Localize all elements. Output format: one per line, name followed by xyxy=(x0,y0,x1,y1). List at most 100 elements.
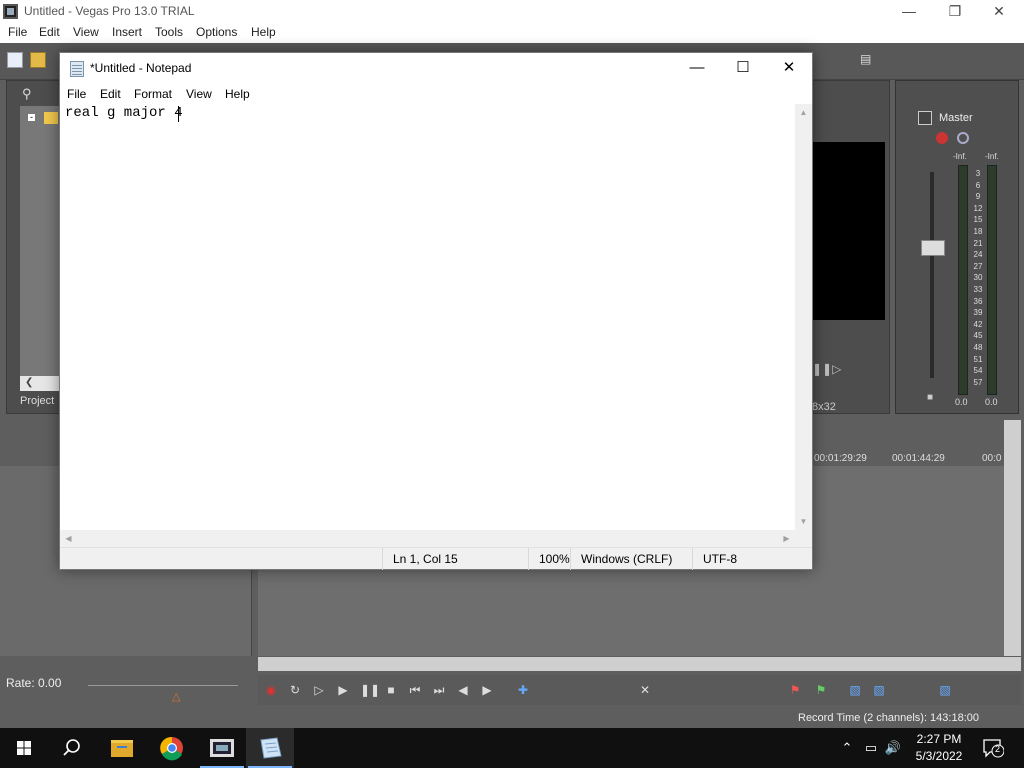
timeline-ruler[interactable]: 00:01:29:29 00:01:44:29 00:0 xyxy=(812,448,1004,466)
network-icon[interactable]: ▭ xyxy=(862,740,880,756)
previous-frame-icon[interactable]: ◀ xyxy=(456,683,470,697)
lock-icon[interactable]: ■ xyxy=(927,392,933,403)
taskbar: ⌃ ▭ 🔊 2:27 PM 5/3/2022 2 xyxy=(0,728,1024,768)
show-hidden-icons-chevron-icon[interactable]: ⌃ xyxy=(838,740,856,756)
stop-icon[interactable]: ■ xyxy=(384,683,398,697)
delete-icon[interactable]: ✕ xyxy=(638,683,652,697)
go-to-start-icon[interactable]: ⏮ xyxy=(408,683,422,697)
vegas-menu-edit[interactable]: Edit xyxy=(39,25,60,39)
search-icon[interactable]: ⚲ xyxy=(22,86,38,102)
encoding: UTF-8 xyxy=(692,548,812,570)
scroll-up-icon[interactable]: ▲ xyxy=(795,104,812,121)
timeline-vscroll[interactable] xyxy=(1004,420,1021,656)
timecode-3: 00:0 xyxy=(982,453,1002,464)
tree-collapse-icon[interactable]: - xyxy=(27,113,36,122)
notification-count: 2 xyxy=(995,744,1001,754)
project-hscroll[interactable]: ❮ xyxy=(20,376,60,391)
start-button[interactable] xyxy=(0,728,48,768)
meter-zero-left: 0.0 xyxy=(955,397,968,407)
edit-tool-icon[interactable]: ✚ xyxy=(516,683,530,697)
snapping-icon[interactable]: ▧ xyxy=(872,683,886,697)
notepad-menu-format[interactable]: Format xyxy=(134,87,172,101)
notepad-menu-help[interactable]: Help xyxy=(225,87,250,101)
clock-time: 2:27 PM xyxy=(916,732,962,746)
line-ending: Windows (CRLF) xyxy=(570,548,692,570)
vegas-menu-help[interactable]: Help xyxy=(251,25,276,39)
open-project-icon[interactable] xyxy=(30,52,46,68)
meter-inf-left: -Inf. xyxy=(953,152,967,161)
notepad-status-bar: Ln 1, Col 15 100% Windows (CRLF) UTF-8 xyxy=(60,547,812,570)
fx-icon[interactable] xyxy=(936,132,948,144)
region-icon[interactable]: ⚑ xyxy=(814,683,828,697)
new-project-icon[interactable] xyxy=(7,52,23,68)
notepad-menu-view[interactable]: View xyxy=(186,87,212,101)
loop-icon[interactable]: ↻ xyxy=(288,683,302,697)
rate-warning-icon: △ xyxy=(172,691,181,703)
scrollbar-corner xyxy=(795,530,812,547)
master-fader-track xyxy=(930,172,934,378)
notepad-menu-file[interactable]: File xyxy=(67,87,86,101)
notepad-hscroll[interactable]: ◀ ▶ xyxy=(60,530,795,547)
rate-slider[interactable] xyxy=(88,685,238,686)
scroll-down-icon[interactable]: ▼ xyxy=(795,513,812,530)
project-tree xyxy=(20,106,60,376)
taskbar-search-button[interactable] xyxy=(48,728,96,768)
auto-ripple-icon[interactable]: ▧ xyxy=(848,683,862,697)
vegas-restore-button[interactable]: ❐ xyxy=(932,0,978,23)
preview-options-icon[interactable]: ▤ xyxy=(860,52,876,68)
play-from-start-icon[interactable]: ▷ xyxy=(312,683,326,697)
preview-pause-play-icon[interactable]: ❚❚▷ xyxy=(812,362,841,376)
scroll-left-icon[interactable]: ❮ xyxy=(25,377,33,388)
notification-icon xyxy=(983,739,1005,758)
vegas-menu-view[interactable]: View xyxy=(73,25,99,39)
notepad-icon xyxy=(70,61,84,77)
preview-resolution: 8x32 xyxy=(812,401,836,413)
meter-right xyxy=(987,165,997,395)
video-preview-screen xyxy=(812,142,885,320)
rate-label: Rate: 0.00 xyxy=(6,676,62,690)
vegas-title: Untitled - Vegas Pro 13.0 TRIAL xyxy=(24,4,195,18)
vegas-menu-file[interactable]: File xyxy=(8,25,27,39)
folder-icon xyxy=(44,112,58,124)
play-icon[interactable]: ▶ xyxy=(336,683,350,697)
marker-icon[interactable]: ⚑ xyxy=(788,683,802,697)
windows-logo-icon xyxy=(17,741,31,755)
project-media-tab[interactable]: Project xyxy=(20,395,54,407)
notepad-minimize-button[interactable]: — xyxy=(674,53,720,83)
timeline-hscroll[interactable] xyxy=(258,657,1021,671)
vegas-close-button[interactable]: ✕ xyxy=(976,0,1022,23)
vegas-menu-insert[interactable]: Insert xyxy=(112,25,142,39)
search-icon xyxy=(63,739,80,756)
taskbar-file-explorer[interactable] xyxy=(98,728,146,768)
vegas-logo-icon xyxy=(3,4,18,19)
notepad-close-button[interactable]: ✕ xyxy=(766,53,812,83)
taskbar-clock[interactable]: 2:27 PM 5/3/2022 xyxy=(906,731,972,765)
vegas-icon xyxy=(210,739,234,757)
notepad-text-area[interactable]: real g major 4 xyxy=(60,104,795,530)
record-icon[interactable]: ◉ xyxy=(264,683,278,697)
notepad-vscroll[interactable]: ▲ ▼ xyxy=(795,104,812,530)
meter-inf-right: -Inf. xyxy=(985,152,999,161)
scroll-right-icon[interactable]: ▶ xyxy=(778,530,795,547)
notepad-title-bar[interactable]: *Untitled - Notepad — ☐ ✕ xyxy=(60,53,812,83)
mute-icon[interactable] xyxy=(957,132,969,144)
master-fader-knob[interactable] xyxy=(921,240,945,256)
scroll-left-icon[interactable]: ◀ xyxy=(60,530,77,547)
lock-envelopes-icon[interactable]: ▧ xyxy=(938,683,952,697)
meter-zero-right: 0.0 xyxy=(985,397,998,407)
volume-icon[interactable]: 🔊 xyxy=(884,740,902,756)
vegas-menu-bar: File Edit View Insert Tools Options Help xyxy=(0,23,1024,43)
go-to-end-icon[interactable]: ⏭ xyxy=(432,683,446,697)
notepad-menu-edit[interactable]: Edit xyxy=(100,87,121,101)
vegas-minimize-button[interactable]: — xyxy=(886,0,932,23)
vegas-menu-options[interactable]: Options xyxy=(196,25,237,39)
pause-icon[interactable]: ❚❚ xyxy=(360,683,380,697)
vegas-menu-tools[interactable]: Tools xyxy=(155,25,183,39)
chrome-icon xyxy=(160,736,183,761)
next-frame-icon[interactable]: ▶ xyxy=(480,683,494,697)
taskbar-chrome[interactable] xyxy=(148,728,196,768)
taskbar-vegas[interactable] xyxy=(198,728,246,768)
notification-center-button[interactable]: 2 xyxy=(982,738,1005,758)
taskbar-notepad[interactable] xyxy=(246,728,294,768)
notepad-maximize-button[interactable]: ☐ xyxy=(720,53,766,83)
